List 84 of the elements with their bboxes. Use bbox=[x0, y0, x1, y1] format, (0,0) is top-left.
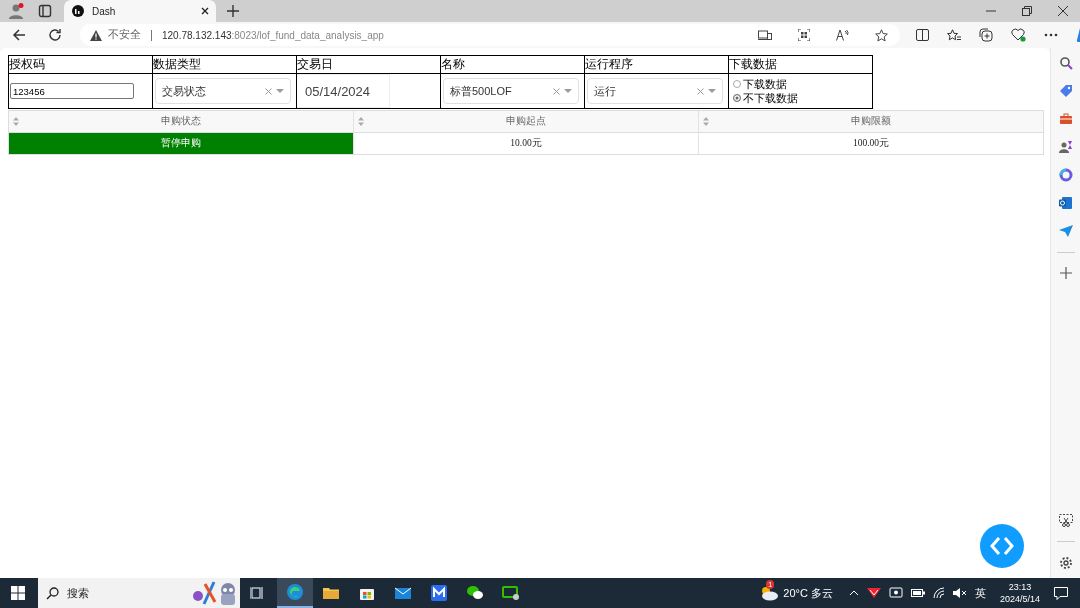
chat-bubbles-icon[interactable] bbox=[466, 584, 484, 602]
clock[interactable]: 23:13 2024/5/14 bbox=[999, 581, 1040, 605]
table-cell: 10.00元 bbox=[353, 133, 698, 154]
wifi-icon[interactable] bbox=[932, 587, 945, 599]
caret-icon bbox=[276, 89, 284, 93]
screenshot-icon[interactable] bbox=[1058, 514, 1073, 527]
weather-text[interactable]: 20°C 多云 bbox=[783, 585, 833, 601]
radio-button[interactable] bbox=[733, 94, 741, 102]
table-cell: 暂停申购 bbox=[9, 133, 353, 154]
new-tab-icon[interactable] bbox=[226, 4, 240, 18]
remote-screen-icon[interactable] bbox=[502, 584, 520, 602]
antivirus-icon[interactable] bbox=[866, 587, 881, 599]
monitor-icon[interactable] bbox=[888, 587, 903, 599]
windows-start-icon[interactable] bbox=[11, 586, 25, 600]
radio-option[interactable]: 下载数据 bbox=[733, 77, 787, 91]
app-available-icon[interactable] bbox=[758, 29, 772, 41]
field-label: 运行程序 bbox=[585, 56, 728, 74]
settings-icon[interactable] bbox=[1058, 556, 1073, 570]
person-icon[interactable] bbox=[1058, 140, 1073, 154]
tag-icon[interactable] bbox=[1058, 84, 1073, 98]
date-field[interactable]: 05/14/2024 bbox=[297, 74, 390, 108]
clear-icon[interactable] bbox=[265, 87, 272, 95]
url-text: 120.78.132.143:8023/lof_fund_data_analysis_app bbox=[162, 29, 384, 41]
dropdown[interactable]: 交易状态 bbox=[155, 78, 291, 104]
column-header[interactable]: 申购状态 bbox=[9, 111, 353, 132]
battery-icon[interactable] bbox=[910, 589, 925, 597]
refresh-icon[interactable] bbox=[48, 28, 62, 42]
field-label: 名称 bbox=[441, 56, 584, 74]
debug-menu-button-icon[interactable] bbox=[980, 524, 1024, 568]
favorite-star-icon[interactable] bbox=[875, 28, 888, 42]
ring-icon[interactable] bbox=[1058, 168, 1073, 182]
caret-icon bbox=[564, 89, 572, 93]
clear-icon[interactable] bbox=[553, 87, 560, 95]
column-header[interactable]: 申购起点 bbox=[353, 111, 698, 132]
field-label: 数据类型 bbox=[153, 56, 296, 74]
restore-icon[interactable] bbox=[1022, 6, 1032, 16]
field-label: 授权码 bbox=[9, 56, 152, 74]
favorites-icon[interactable] bbox=[947, 28, 961, 42]
close-icon[interactable] bbox=[200, 6, 210, 16]
qr-scan-icon[interactable] bbox=[798, 29, 810, 41]
app-m-icon[interactable] bbox=[430, 584, 448, 602]
split-screen-icon[interactable] bbox=[916, 29, 929, 41]
tab-actions-icon[interactable] bbox=[38, 4, 52, 18]
search-icon[interactable] bbox=[1058, 56, 1073, 70]
column-title: 申购状态 bbox=[160, 115, 202, 128]
caret-icon bbox=[708, 89, 716, 93]
taskbar-search-box[interactable]: 搜索 bbox=[38, 578, 240, 608]
chevron-up-icon[interactable] bbox=[848, 590, 859, 596]
back-icon[interactable] bbox=[12, 28, 26, 42]
warning-icon bbox=[90, 29, 102, 41]
security-label: 不安全 bbox=[108, 28, 141, 42]
column-title: 申购限额 bbox=[850, 115, 892, 128]
speaker-muted-icon[interactable] bbox=[952, 587, 967, 599]
dash-logo-icon bbox=[72, 5, 84, 17]
dropdown[interactable]: 运行 bbox=[587, 78, 723, 104]
task-view-icon[interactable] bbox=[250, 586, 264, 600]
collections-icon[interactable] bbox=[979, 28, 993, 42]
paper-plane-icon[interactable] bbox=[1058, 224, 1073, 238]
field-label: 交易日 bbox=[297, 56, 440, 74]
dropdown[interactable]: 标普500LOF bbox=[443, 78, 579, 104]
add-icon[interactable] bbox=[1059, 267, 1072, 279]
clear-icon[interactable] bbox=[697, 87, 704, 95]
input-method-indicator[interactable]: 英 bbox=[974, 585, 986, 601]
health-heart-icon[interactable] bbox=[1011, 28, 1026, 42]
column-title: 申购起点 bbox=[505, 115, 547, 128]
edge-icon[interactable] bbox=[286, 583, 304, 601]
input-field[interactable]: 123456 bbox=[10, 83, 134, 99]
table-cell: 100.00元 bbox=[698, 133, 1043, 154]
browser-tab[interactable]: Dash bbox=[64, 0, 216, 22]
toolbox-icon[interactable] bbox=[1058, 112, 1073, 126]
address-bar[interactable]: 不安全 120.78.132.143:8023/lof_fund_data_analysis_app bbox=[80, 24, 900, 46]
radio-option[interactable]: 不下载数据 bbox=[733, 91, 798, 105]
mail-icon[interactable] bbox=[1058, 196, 1073, 210]
field-label: 下载数据 bbox=[729, 56, 872, 74]
column-header[interactable]: 申购限额 bbox=[698, 111, 1043, 132]
tab-title: Dash bbox=[92, 5, 117, 17]
profile-icon[interactable] bbox=[8, 3, 24, 19]
cloud-icon[interactable] bbox=[759, 585, 780, 601]
more-icon[interactable] bbox=[1044, 33, 1058, 37]
notifications-icon[interactable] bbox=[1054, 586, 1068, 600]
close-icon[interactable] bbox=[1058, 6, 1068, 16]
radio-button[interactable] bbox=[733, 80, 741, 88]
read-aloud-icon[interactable] bbox=[836, 29, 849, 41]
search-icon bbox=[46, 586, 59, 600]
